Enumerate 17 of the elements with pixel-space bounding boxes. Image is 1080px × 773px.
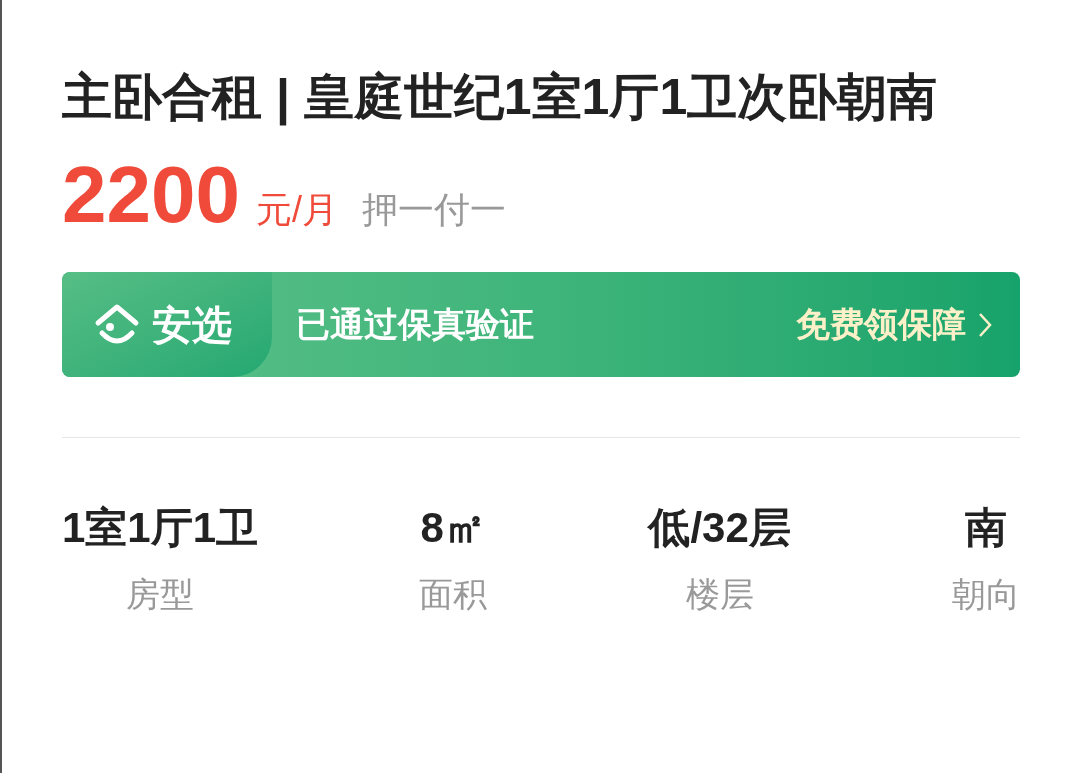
stat-value: 南 — [965, 503, 1007, 553]
brand-name: 安选 — [152, 301, 232, 349]
chevron-right-icon — [978, 311, 992, 338]
price-amount: 2200 — [62, 150, 240, 240]
stat-label: 楼层 — [685, 574, 754, 615]
stat-label: 面积 — [419, 574, 488, 615]
listing-title: 主卧合租 | 皇庭世纪1室1厅1卫次卧朝南 — [62, 68, 939, 128]
verification-message: 已通过保真验证 — [296, 304, 534, 345]
verification-banner[interactable]: 安选 已通过保真验证 免费领保障 — [62, 272, 1020, 377]
payment-terms: 押一付一 — [362, 188, 506, 232]
stat-value: 8㎡ — [420, 503, 486, 553]
stat-value: 低/32层 — [648, 503, 791, 553]
stat-label: 房型 — [126, 574, 195, 615]
guarantee-link[interactable]: 免费领保障 — [796, 299, 966, 350]
stat-label: 朝向 — [952, 574, 1020, 615]
price-unit: 元/月 — [255, 188, 338, 232]
stat-value: 1室1厅1卫 — [62, 503, 259, 553]
